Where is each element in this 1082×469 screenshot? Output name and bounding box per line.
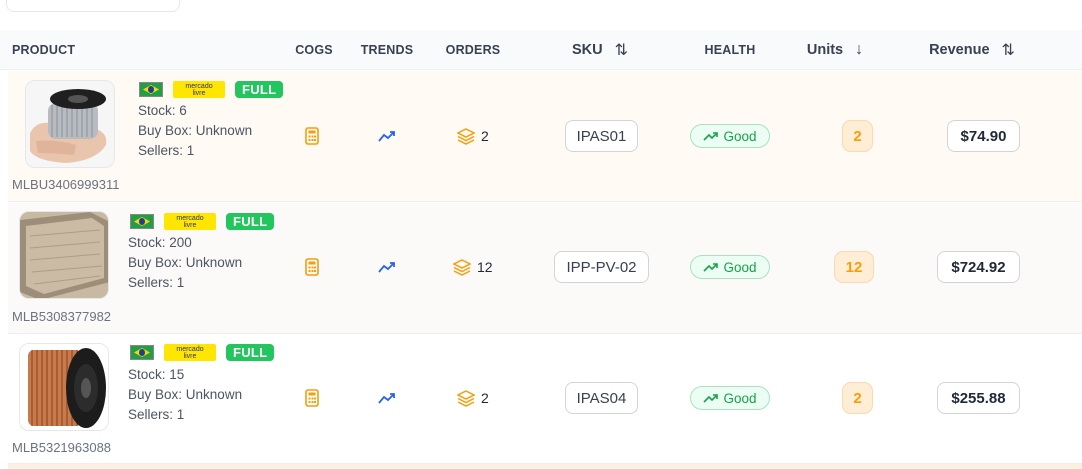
product-meta: Stock: 6 Buy Box: Unknown Sellers: 1 [138,103,253,158]
mercado-livre-logo: mercado livre [164,213,216,230]
layers-icon [457,390,475,407]
sort-both-icon[interactable]: ⇅ [615,40,628,60]
badge-row: mercado livre FULL [130,213,275,230]
sellers-value: 1 [176,407,185,422]
col-cogs: COGS [295,43,333,57]
col-trends: TRENDS [360,43,414,57]
orders-count: 2 [481,128,489,144]
search-box-edge[interactable] [6,0,180,12]
brazil-flag-icon [130,214,154,229]
buybox-value: Unknown [195,123,253,138]
units-badge: 2 [842,120,873,152]
sellers-value: 1 [186,143,195,158]
orders-count: 2 [481,390,489,406]
revenue-chip: $74.90 [947,120,1020,152]
badge-row: mercado livre FULL [139,81,284,98]
units-badge: 2 [842,382,873,414]
trend-up-icon[interactable] [378,260,396,278]
product-id[interactable]: MLBU3406999311 [12,177,119,192]
col-orders: ORDERS [445,43,501,57]
sku-chip[interactable]: IPAS01 [565,120,638,152]
buybox-value: Unknown [185,255,243,270]
col-product: PRODUCT [12,43,76,57]
sku-chip[interactable]: IPP-PV-02 [554,251,649,283]
table-row[interactable]: MLB5321963088 mercado livre FULL Stock: 1… [8,334,1082,464]
product-image-aluminum-wire-spool[interactable] [25,80,115,168]
full-badge: FULL [235,81,284,98]
mercado-livre-logo: mercado livre [173,81,225,98]
col-sku-label: SKU [571,42,603,58]
sort-down-icon[interactable]: ↓ [855,41,863,59]
col-units[interactable]: Units ↓ [790,30,880,70]
badge-row: mercado livre FULL [130,344,275,361]
calculator-icon[interactable] [305,389,319,412]
calculator-icon[interactable] [305,258,319,281]
col-health: HEALTH [704,43,756,57]
product-meta: Stock: 15 Buy Box: Unknown Sellers: 1 [128,367,243,422]
calculator-icon[interactable] [305,127,319,150]
health-badge: Good [690,386,770,410]
sku-chip[interactable]: IPAS04 [565,382,638,414]
trend-up-icon[interactable] [378,391,396,409]
layers-icon [453,259,471,276]
table-header: PRODUCT COGS TRENDS ORDERS SKU ⇅ HEALTH … [0,30,1082,70]
stock-value: 15 [169,367,185,382]
col-revenue-label: Revenue [929,42,990,58]
next-row-edge [8,464,1082,469]
stock-value: 6 [179,103,187,118]
brazil-flag-icon [130,345,154,360]
brazil-flag-icon [139,82,163,97]
mercado-livre-logo: mercado livre [164,344,216,361]
product-meta: Stock: 200 Buy Box: Unknown Sellers: 1 [128,235,243,290]
revenue-chip: $255.88 [937,382,1020,414]
col-revenue[interactable]: Revenue ⇅ [912,30,1032,70]
product-image-copper-wire-spool[interactable] [19,343,109,431]
product-image-wood-vinyl-plank[interactable] [19,211,109,299]
full-badge: FULL [226,213,275,230]
table-row[interactable]: MLBU3406999311 mercado livre FULL Stock: … [8,71,1082,202]
sellers-value: 1 [176,275,185,290]
table-row[interactable]: MLB5308377982 mercado livre FULL Stock: 2… [8,203,1082,334]
orders-cell: 12 [453,258,493,276]
health-badge: Good [690,124,770,148]
orders-cell: 2 [457,389,489,407]
full-badge: FULL [226,344,275,361]
stock-value: 200 [169,235,192,250]
col-sku[interactable]: SKU ⇅ [550,30,650,70]
product-id[interactable]: MLB5308377982 [12,309,111,324]
sort-both-icon[interactable]: ⇅ [1002,40,1015,60]
revenue-chip: $724.92 [937,251,1020,283]
product-id[interactable]: MLB5321963088 [12,440,111,455]
col-units-label: Units [806,42,844,58]
units-badge: 12 [834,251,874,283]
trend-up-icon[interactable] [378,129,396,147]
health-badge: Good [690,255,770,279]
layers-icon [457,128,475,145]
orders-count: 12 [477,259,493,275]
orders-cell: 2 [457,127,489,145]
buybox-value: Unknown [185,387,243,402]
